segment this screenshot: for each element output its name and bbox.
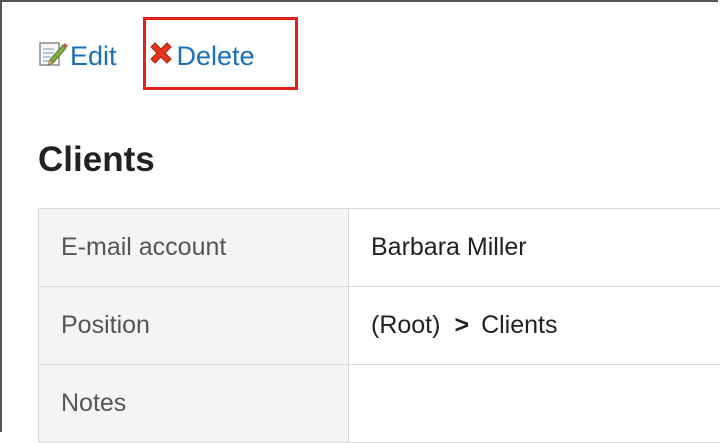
delete-link[interactable]: Delete bbox=[147, 39, 255, 74]
position-leaf: Clients bbox=[481, 311, 557, 339]
position-root: (Root) bbox=[371, 311, 440, 339]
edit-link[interactable]: Edit bbox=[38, 39, 117, 74]
details-table: E-mail account Barbara Miller Position (… bbox=[38, 208, 720, 443]
delete-x-icon bbox=[147, 39, 175, 74]
page-title: Clients bbox=[38, 140, 155, 180]
action-toolbar: Edit Delete bbox=[38, 36, 255, 76]
notes-label: Notes bbox=[39, 365, 349, 443]
email-account-label: E-mail account bbox=[39, 209, 349, 287]
position-value: (Root) > Clients bbox=[349, 287, 720, 365]
position-label: Position bbox=[39, 287, 349, 365]
edit-label: Edit bbox=[70, 41, 117, 72]
table-row: E-mail account Barbara Miller bbox=[39, 209, 720, 287]
notes-value bbox=[349, 365, 720, 443]
edit-icon bbox=[38, 39, 68, 74]
email-account-value: Barbara Miller bbox=[349, 209, 720, 287]
table-row: Position (Root) > Clients bbox=[39, 287, 720, 365]
delete-label: Delete bbox=[177, 41, 255, 72]
table-row: Notes bbox=[39, 365, 720, 443]
path-separator: > bbox=[454, 311, 469, 339]
